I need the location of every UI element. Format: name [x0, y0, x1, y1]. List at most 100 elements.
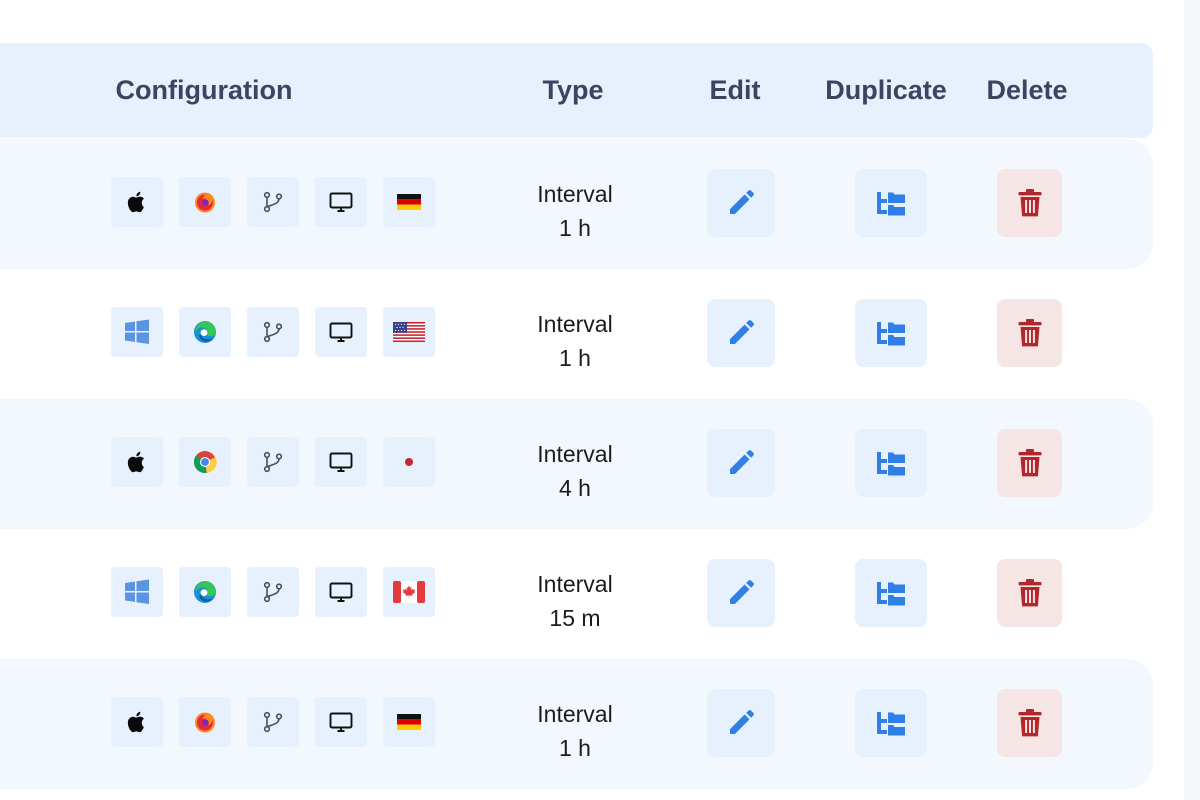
table-row: Interval 15 m	[0, 529, 1153, 659]
browser-chip	[179, 177, 231, 227]
branch-chip	[247, 697, 299, 747]
duplicate-button[interactable]	[855, 299, 927, 367]
type-cell: Interval 4 h	[505, 437, 645, 505]
folder-tree-icon	[874, 708, 908, 738]
desktop-monitor-icon	[328, 450, 354, 474]
region-chip	[383, 307, 435, 357]
edit-button[interactable]	[707, 169, 775, 237]
region-chip	[383, 697, 435, 747]
desktop-monitor-icon	[328, 190, 354, 214]
japan-flag-icon	[397, 454, 421, 470]
desktop-monitor-icon	[328, 710, 354, 734]
os-chip	[111, 307, 163, 357]
duplicate-button[interactable]	[855, 559, 927, 627]
region-chip	[383, 567, 435, 617]
edit-button[interactable]	[707, 689, 775, 757]
desktop-monitor-icon	[328, 320, 354, 344]
os-chip	[111, 437, 163, 487]
trash-icon	[1017, 188, 1043, 218]
delete-button[interactable]	[997, 689, 1062, 757]
column-header-delete: Delete	[986, 75, 1068, 105]
duplicate-button[interactable]	[855, 429, 927, 497]
apple-icon	[126, 450, 148, 474]
desktop-monitor-icon	[328, 580, 354, 604]
firefox-icon	[193, 190, 217, 214]
edge-icon	[192, 319, 218, 345]
vertical-scrollbar[interactable]	[1184, 0, 1200, 800]
branch-chip	[247, 307, 299, 357]
device-chip	[315, 307, 367, 357]
folder-tree-icon	[874, 578, 908, 608]
device-chip	[315, 177, 367, 227]
git-branch-icon	[261, 450, 285, 474]
edge-icon	[192, 579, 218, 605]
device-chip	[315, 567, 367, 617]
pencil-icon	[726, 448, 756, 478]
duplicate-button[interactable]	[855, 689, 927, 757]
table-row: Interval 1 h	[0, 269, 1153, 399]
apple-icon	[126, 190, 148, 214]
device-chip	[315, 437, 367, 487]
branch-chip	[247, 437, 299, 487]
type-label: Interval	[537, 701, 613, 727]
type-label: Interval	[537, 441, 613, 467]
type-label: Interval	[537, 181, 613, 207]
git-branch-icon	[261, 710, 285, 734]
table-row: Interval 1 h	[0, 659, 1153, 789]
delete-button[interactable]	[997, 429, 1062, 497]
pencil-icon	[726, 708, 756, 738]
firefox-icon	[193, 710, 217, 734]
column-header-duplicate: Duplicate	[825, 75, 947, 105]
germany-flag-icon	[397, 714, 421, 730]
type-label: Interval	[537, 571, 613, 597]
windows-icon	[124, 579, 150, 605]
type-label: Interval	[537, 311, 613, 337]
column-header-edit: Edit	[709, 75, 761, 105]
type-cell: Interval 15 m	[505, 567, 645, 635]
type-cell: Interval 1 h	[505, 307, 645, 375]
branch-chip	[247, 177, 299, 227]
browser-chip	[179, 697, 231, 747]
folder-tree-icon	[874, 318, 908, 348]
type-cell: Interval 1 h	[505, 697, 645, 765]
interval-value: 4 h	[559, 475, 591, 501]
region-chip	[383, 177, 435, 227]
trash-icon	[1017, 318, 1043, 348]
os-chip	[111, 567, 163, 617]
windows-icon	[124, 319, 150, 345]
browser-chip	[179, 437, 231, 487]
trash-icon	[1017, 578, 1043, 608]
usa-flag-icon	[393, 322, 425, 342]
canada-flag-icon	[393, 581, 425, 603]
delete-button[interactable]	[997, 299, 1062, 367]
type-cell: Interval 1 h	[505, 177, 645, 245]
column-header-type: Type	[542, 75, 604, 105]
git-branch-icon	[261, 320, 285, 344]
table-row: Interval 1 h	[0, 139, 1153, 269]
apple-icon	[126, 710, 148, 734]
edit-button[interactable]	[707, 429, 775, 497]
folder-tree-icon	[874, 448, 908, 478]
interval-value: 1 h	[559, 215, 591, 241]
browser-chip	[179, 567, 231, 617]
pencil-icon	[726, 318, 756, 348]
branch-chip	[247, 567, 299, 617]
edit-button[interactable]	[707, 299, 775, 367]
delete-button[interactable]	[997, 559, 1062, 627]
interval-value: 1 h	[559, 345, 591, 371]
column-header-configuration: Configuration	[115, 75, 293, 105]
os-chip	[111, 697, 163, 747]
table-row: Interval 4 h	[0, 399, 1153, 529]
duplicate-button[interactable]	[855, 169, 927, 237]
device-chip	[315, 697, 367, 747]
edit-button[interactable]	[707, 559, 775, 627]
germany-flag-icon	[397, 194, 421, 210]
interval-value: 1 h	[559, 735, 591, 761]
trash-icon	[1017, 448, 1043, 478]
git-branch-icon	[261, 190, 285, 214]
os-chip	[111, 177, 163, 227]
delete-button[interactable]	[997, 169, 1062, 237]
folder-tree-icon	[874, 188, 908, 218]
pencil-icon	[726, 188, 756, 218]
chrome-icon	[192, 449, 218, 475]
